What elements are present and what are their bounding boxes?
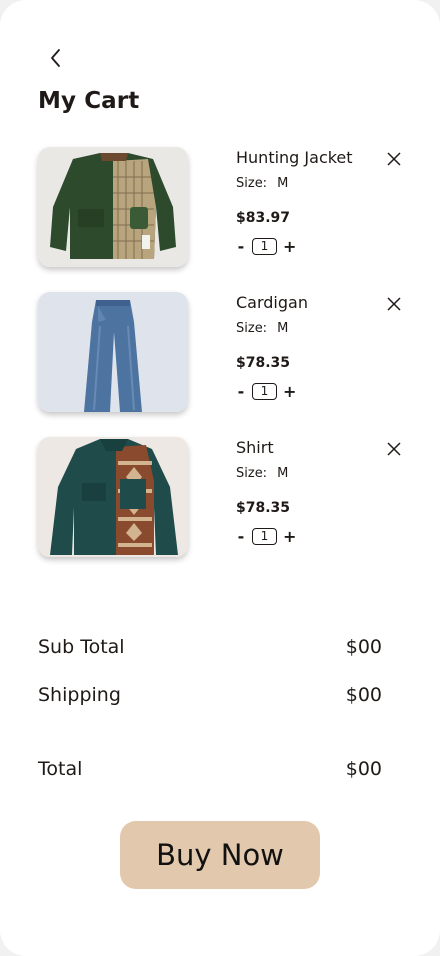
size-value: M [277,321,289,336]
quantity-value[interactable]: 1 [252,238,277,255]
subtotal-row: Sub Total $00 [38,636,382,658]
product-image[interactable] [38,292,188,412]
quantity-stepper: - 1 + [236,528,296,545]
item-name: Shirt [236,438,274,457]
shipping-value: $00 [345,684,382,706]
buy-now-button[interactable]: Buy Now [120,821,320,889]
item-size: Size: M [236,176,288,191]
size-label: Size: [236,176,268,191]
remove-item-button[interactable] [385,150,403,168]
decrease-button[interactable]: - [236,528,246,545]
item-name: Hunting Jacket [236,148,353,167]
quantity-value[interactable]: 1 [252,528,277,545]
item-price: $78.35 [236,355,291,371]
item-price: $78.35 [236,500,291,516]
size-value: M [277,176,289,191]
increase-button[interactable]: + [283,383,296,400]
back-button[interactable] [40,44,72,72]
total-value: $00 [345,758,382,780]
chevron-left-icon [51,49,60,67]
subtotal-value: $00 [345,636,382,658]
size-label: Size: [236,321,268,336]
quantity-stepper: - 1 + [236,238,296,255]
shipping-row: Shipping $00 [38,684,382,706]
size-label: Size: [236,466,268,481]
product-image[interactable] [38,147,188,267]
remove-item-button[interactable] [385,440,403,458]
total-row: Total $00 [38,758,382,780]
item-name: Cardigan [236,293,308,312]
cart-item: Shirt Size: M $78.35 - 1 + [0,437,440,562]
increase-button[interactable]: + [283,528,296,545]
decrease-button[interactable]: - [236,238,246,255]
subtotal-label: Sub Total [38,636,125,658]
remove-item-button[interactable] [385,295,403,313]
item-price: $83.97 [236,210,291,226]
page-title: My Cart [38,88,140,114]
quantity-stepper: - 1 + [236,383,296,400]
cart-screen: My Cart Hunting Jacket Size: M $83.97 - … [0,0,440,956]
item-size: Size: M [236,321,288,336]
item-size: Size: M [236,466,288,481]
close-icon [387,442,401,456]
cart-item: Hunting Jacket Size: M $83.97 - 1 + [0,147,440,272]
cart-item: Cardigan Size: M $78.35 - 1 + [0,292,440,417]
quantity-value[interactable]: 1 [252,383,277,400]
close-icon [387,152,401,166]
close-icon [387,297,401,311]
shipping-label: Shipping [38,684,121,706]
increase-button[interactable]: + [283,238,296,255]
size-value: M [277,466,289,481]
product-image[interactable] [38,437,188,557]
total-label: Total [38,758,83,780]
decrease-button[interactable]: - [236,383,246,400]
